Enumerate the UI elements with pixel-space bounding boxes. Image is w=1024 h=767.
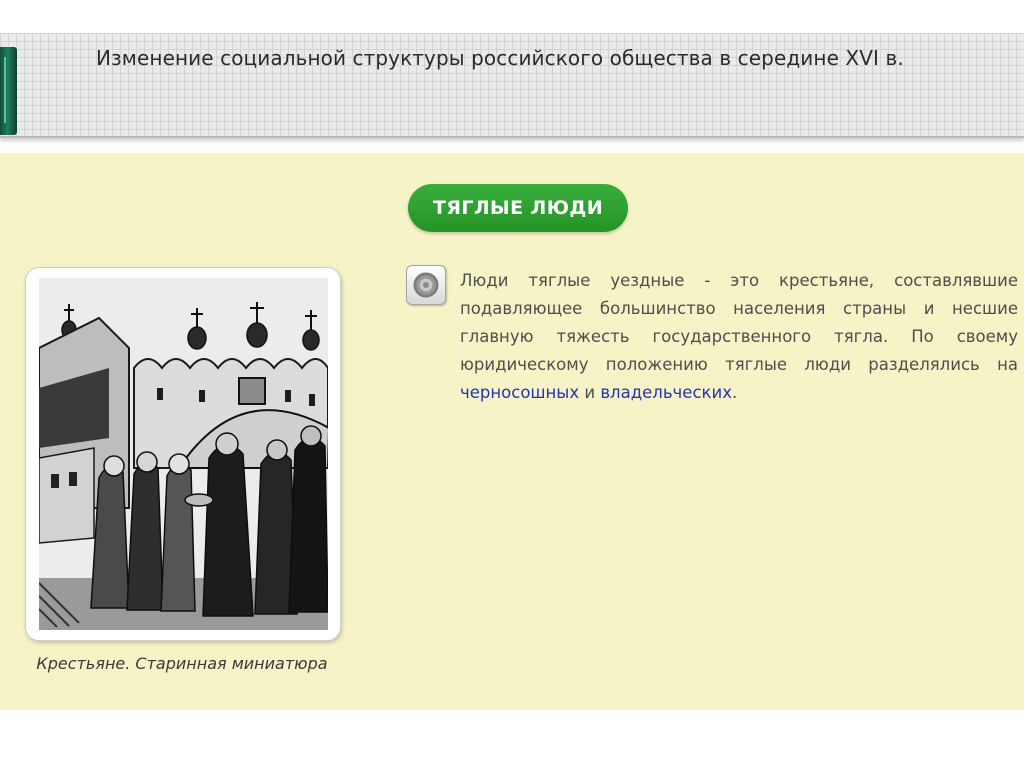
description-paragraph: Люди тяглые уездные - это крестьяне, сос…: [460, 267, 1018, 407]
miniature-card: [25, 267, 341, 641]
link-chernososhnye[interactable]: черносошных: [460, 383, 579, 402]
page-header: Изменение социальной структуры российско…: [0, 33, 1024, 138]
period-text: .: [731, 383, 738, 402]
sound-button[interactable]: [406, 265, 446, 305]
book-spine-icon: [0, 47, 17, 135]
image-caption: Крестьяне. Старинная миниатюра: [36, 654, 328, 673]
description-text: Люди тяглые уездные - это крестьяне, сос…: [460, 271, 1018, 374]
speaker-icon: [413, 272, 439, 298]
page-title: Изменение социальной структуры российско…: [96, 46, 904, 70]
peasants-miniature-image: [39, 278, 328, 630]
link-vladelcheskie[interactable]: владельческих: [600, 383, 732, 402]
conjunction-text: и: [579, 383, 601, 402]
section-title-pill: ТЯГЛЫЕ ЛЮДИ: [408, 184, 628, 232]
